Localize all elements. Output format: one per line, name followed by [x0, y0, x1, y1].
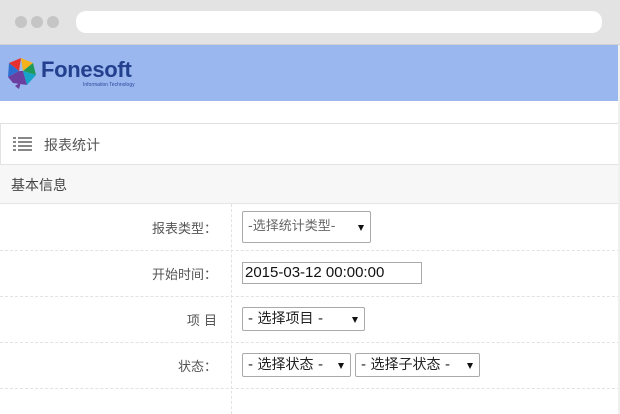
status-select[interactable]: - 选择状态 -	[242, 353, 351, 377]
chevron-down-icon	[338, 363, 344, 369]
address-bar[interactable]	[76, 11, 602, 33]
form-row-report-type: 报表类型： -选择统计类型-	[0, 204, 620, 251]
project-label: 项 目	[186, 314, 217, 329]
form-row-start-time: 开始时间： 2015-03-12 00:00:00	[0, 250, 620, 297]
header-spacer	[0, 101, 620, 124]
brand-tagline: Information Technology	[83, 82, 135, 88]
project-value: - 选择项目 -	[248, 311, 324, 327]
window-close-dot[interactable]	[15, 16, 27, 28]
window-maximize-dot[interactable]	[47, 16, 59, 28]
report-form: 报表类型： -选择统计类型- 开始时间： 2015-03-12 00:00:00…	[0, 204, 620, 414]
panel-header: 报表统计	[0, 124, 620, 165]
chevron-down-icon	[352, 317, 358, 323]
section-header: 基本信息	[0, 165, 620, 204]
sub-status-select[interactable]: - 选择子状态 -	[355, 353, 480, 377]
start-time-label: 开始时间：	[151, 268, 217, 283]
report-type-label: 报表类型：	[151, 222, 217, 237]
brand-name: Fonesoft	[41, 57, 132, 82]
report-type-select[interactable]: -选择统计类型-	[242, 211, 371, 243]
status-value: - 选择状态 -	[248, 357, 324, 373]
project-select[interactable]: - 选择项目 -	[242, 307, 365, 331]
chevron-down-icon	[467, 363, 473, 369]
start-time-input[interactable]: 2015-03-12 00:00:00	[242, 262, 422, 284]
site-header: Fonesoft Information Technology	[0, 45, 620, 101]
status-label: 状态：	[177, 360, 217, 375]
form-row-status: 状态： - 选择状态 - - 选择子状态 -	[0, 342, 620, 389]
page-title: 报表统计	[44, 138, 100, 154]
window-minimize-dot[interactable]	[31, 16, 43, 28]
section-title: 基本信息	[11, 178, 67, 194]
list-icon	[13, 137, 32, 151]
form-row-empty	[0, 388, 620, 414]
brand-logo[interactable]: Fonesoft Information Technology	[5, 53, 145, 93]
form-row-project: 项 目 - 选择项目 -	[0, 296, 620, 343]
chevron-down-icon	[358, 225, 364, 231]
report-type-value: -选择统计类型-	[248, 219, 336, 234]
logo-mark-icon	[8, 58, 36, 89]
sub-status-value: - 选择子状态 -	[361, 357, 451, 373]
browser-chrome	[0, 0, 620, 45]
